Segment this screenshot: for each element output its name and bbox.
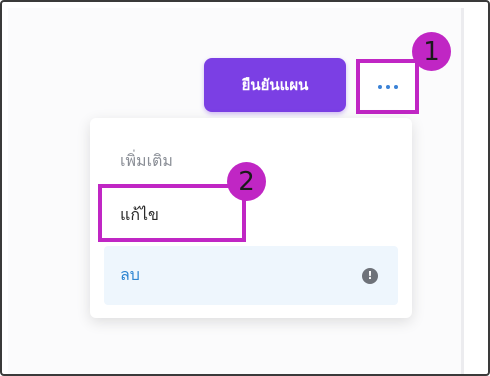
more-options-button[interactable] xyxy=(356,59,419,114)
step-1-badge: 1 xyxy=(412,32,451,71)
menu-item-delete[interactable]: ลบ ! xyxy=(104,246,398,305)
info-icon: ! xyxy=(362,267,378,284)
menu-item-label: ลบ xyxy=(120,265,140,284)
more-horizontal-icon xyxy=(377,84,398,89)
screenshot-frame: ยืนยันแผน เพิ่มเติม แก้ไข ลบ ! 1 2 xyxy=(0,0,490,376)
confirm-plan-button[interactable]: ยืนยันแผน xyxy=(204,58,346,112)
step-2-badge: 2 xyxy=(227,162,266,201)
menu-item-label: เพิ่มเติม xyxy=(120,150,173,170)
step-2-highlight-box xyxy=(98,184,246,242)
